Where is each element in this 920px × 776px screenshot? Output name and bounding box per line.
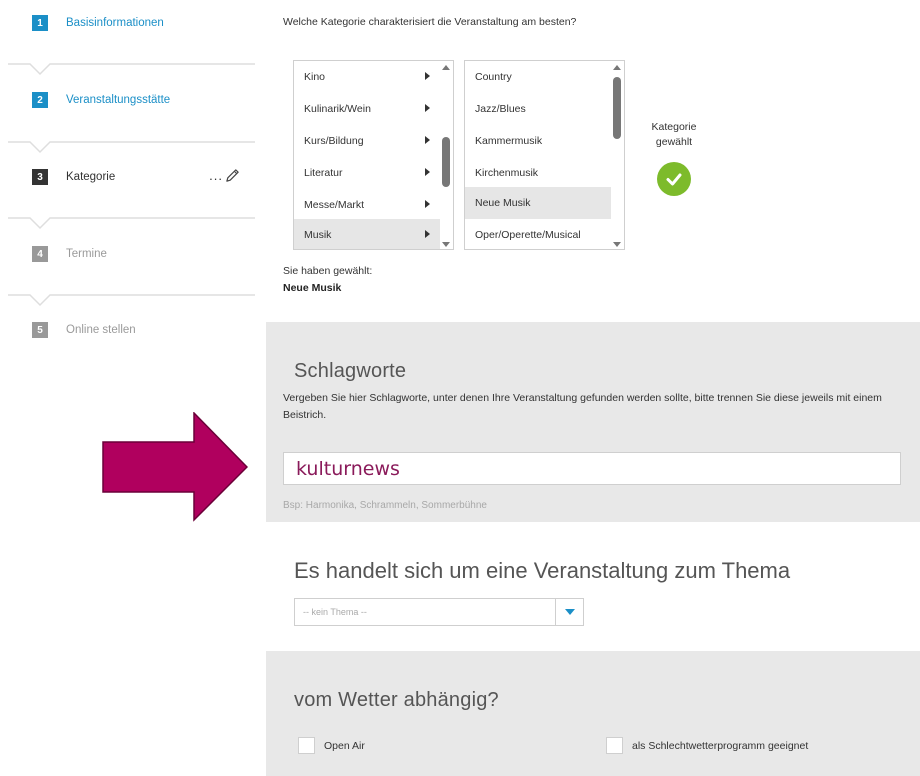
keywords-description: Vergeben Sie hier Schlagworte, unter den… — [283, 392, 882, 421]
subcategory-option[interactable]: Country — [465, 61, 611, 93]
option-label: Kirchenmusik — [475, 167, 539, 179]
step-number: 5 — [32, 322, 48, 338]
thema-select-value: -- kein Thema -- — [303, 607, 367, 617]
step-number: 4 — [32, 246, 48, 262]
weather-panel: vom Wetter abhängig? Open Air als Schlec… — [266, 651, 920, 776]
option-label: Messe/Markt — [304, 199, 365, 211]
option-label: Oper/Operette/Musical — [475, 229, 581, 241]
option-label: Kammermusik — [475, 135, 543, 147]
scroll-thumb[interactable] — [442, 137, 450, 187]
step-veranstaltungsstaette[interactable]: 2 Veranstaltungsstätte — [32, 88, 252, 112]
category-option-selected[interactable]: Musik — [294, 219, 440, 249]
selected-category-label: Sie haben gewählt: — [283, 265, 373, 277]
scroll-thumb[interactable] — [613, 77, 621, 139]
step-basisinformationen[interactable]: 1 Basisinformationen — [32, 11, 252, 35]
keywords-hint: Bsp: Harmonika, Schrammeln, Sommerbühne — [283, 500, 487, 511]
scroll-up-icon[interactable] — [613, 65, 621, 70]
category-option[interactable]: Literatur — [294, 157, 440, 189]
step-number: 3 — [32, 169, 48, 185]
category-option[interactable]: Kino — [294, 61, 440, 93]
category-sub-list[interactable]: Country Jazz/Blues Kammermusik Kirchenmu… — [464, 60, 625, 250]
open-air-checkbox[interactable] — [298, 737, 315, 754]
thema-title: Es handelt sich um eine Veranstaltung zu… — [294, 558, 791, 583]
category-status: Kategorie gewählt — [636, 120, 712, 150]
step-sidebar: 1 Basisinformationen 2 Veranstaltungsstä… — [0, 0, 262, 776]
option-label: Country — [475, 71, 512, 83]
category-question: Welche Kategorie charakterisiert die Ver… — [283, 16, 577, 28]
scroll-down-icon[interactable] — [613, 242, 621, 247]
dropdown-button[interactable] — [555, 599, 583, 625]
subcategory-option-selected[interactable]: Neue Musik — [465, 187, 611, 219]
step-connector — [8, 63, 255, 76]
step-connector — [8, 217, 255, 230]
chevron-down-icon — [564, 609, 575, 615]
keywords-input[interactable]: kulturnews — [283, 452, 901, 485]
option-label: Neue Musik — [475, 197, 531, 209]
open-air-option[interactable]: Open Air — [298, 737, 365, 754]
option-label: Literatur — [304, 167, 343, 179]
edit-dots: ... — [209, 168, 223, 183]
caret-right-icon — [425, 104, 430, 112]
category-sub-scrollbar[interactable] — [612, 65, 622, 247]
option-label: Kino — [304, 71, 326, 83]
selected-category-value: Neue Musik — [283, 282, 342, 294]
option-label: Jazz/Blues — [475, 103, 526, 115]
step-number: 2 — [32, 92, 48, 108]
caret-right-icon — [425, 230, 430, 238]
option-label: Musik — [304, 229, 332, 241]
bad-weather-label: als Schlechtwetterprogramm geeignet — [632, 739, 809, 752]
keywords-panel: Schlagworte Vergeben Sie hier Schlagwort… — [266, 322, 920, 522]
thema-select[interactable]: -- kein Thema -- — [294, 598, 584, 626]
step-online-stellen[interactable]: 5 Online stellen — [32, 318, 252, 342]
bad-weather-checkbox[interactable] — [606, 737, 623, 754]
option-label: Kurs/Bildung — [304, 135, 364, 147]
category-main-scrollbar[interactable] — [441, 65, 451, 247]
subcategory-option[interactable]: Kammermusik — [465, 125, 611, 157]
step-connector — [8, 141, 255, 154]
caret-right-icon — [425, 136, 430, 144]
checkmark-icon — [657, 162, 691, 196]
step-label: Basisinformationen — [66, 17, 164, 29]
edit-step-button[interactable]: ... — [209, 168, 240, 183]
caret-right-icon — [425, 72, 430, 80]
open-air-label: Open Air — [324, 739, 365, 752]
step-kategorie[interactable]: 3 Kategorie ... — [32, 165, 252, 189]
subcategory-option[interactable]: Oper/Operette/Musical — [465, 219, 611, 249]
subcategory-option[interactable]: Jazz/Blues — [465, 93, 611, 125]
step-label: Kategorie — [66, 171, 116, 183]
step-termine[interactable]: 4 Termine — [32, 242, 252, 266]
category-option[interactable]: Messe/Markt — [294, 189, 440, 221]
scroll-up-icon[interactable] — [442, 65, 450, 70]
option-label: Kulinarik/Wein — [304, 103, 371, 115]
weather-title: vom Wetter abhängig? — [294, 689, 499, 711]
category-main-list[interactable]: Kino Kulinarik/Wein Kurs/Bildung Literat… — [293, 60, 454, 250]
bad-weather-option[interactable]: als Schlechtwetterprogramm geeignet — [606, 737, 808, 754]
category-option[interactable]: Kurs/Bildung — [294, 125, 440, 157]
step-label: Online stellen — [66, 324, 136, 336]
caret-right-icon — [425, 200, 430, 208]
category-option[interactable]: Kulinarik/Wein — [294, 93, 440, 125]
step-number: 1 — [32, 15, 48, 31]
scroll-down-icon[interactable] — [442, 242, 450, 247]
pencil-icon — [226, 169, 239, 182]
caret-right-icon — [425, 168, 430, 176]
step-label: Veranstaltungsstätte — [66, 94, 171, 106]
status-line: gewählt — [655, 136, 693, 148]
pointer-arrow — [102, 412, 248, 522]
keywords-title: Schlagworte — [294, 360, 407, 382]
step-connector — [8, 294, 255, 307]
status-line: Kategorie — [651, 121, 697, 133]
subcategory-option[interactable]: Kirchenmusik — [465, 157, 611, 189]
step-label: Termine — [66, 248, 107, 260]
